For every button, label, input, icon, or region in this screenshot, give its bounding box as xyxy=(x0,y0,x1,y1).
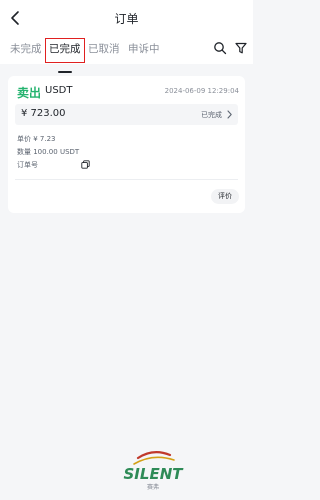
page-title: 订单 xyxy=(114,12,139,26)
search-icon[interactable] xyxy=(213,41,227,55)
watermark-text: SILENT xyxy=(124,465,185,483)
order-status: 已完成 xyxy=(201,111,222,119)
watermark-subtext: 赛弗 xyxy=(147,483,159,491)
order-number-label: 订单号 xyxy=(17,161,38,169)
filter-icon[interactable] xyxy=(234,41,248,55)
order-amount-row[interactable]: ¥ 723.00 已完成 xyxy=(15,104,238,125)
order-card[interactable]: 卖出 USDT 2024-06-09 12:29:04 ¥ 723.00 已完成… xyxy=(8,76,245,213)
tab-appealing[interactable]: 申诉中 xyxy=(128,41,160,56)
chevron-right-icon xyxy=(227,110,232,119)
order-side: 卖出 xyxy=(17,86,42,100)
watermark-logo: SILENT 赛弗 xyxy=(124,451,185,491)
tab-cancelled[interactable]: 已取消 xyxy=(88,41,120,56)
orders-page: 订单 未完成 已完成 已取消 申诉中 卖出 USDT 2024-06-09 12… xyxy=(0,0,253,500)
order-datetime: 2024-06-09 12:29:04 xyxy=(164,87,239,95)
order-unit-price: 单价 ¥ 7.23 xyxy=(17,135,56,143)
rate-button[interactable]: 评价 xyxy=(211,189,239,204)
order-coin: USDT xyxy=(45,85,73,96)
active-tab-indicator xyxy=(58,71,72,73)
order-amount: ¥ 723.00 xyxy=(21,108,66,119)
highlight-box xyxy=(45,38,85,63)
copy-icon[interactable] xyxy=(81,160,90,169)
order-quantity: 数量 100.00 USDT xyxy=(17,148,80,156)
card-divider xyxy=(15,179,238,180)
header: 订单 xyxy=(0,0,253,36)
tab-uncompleted[interactable]: 未完成 xyxy=(10,41,42,56)
